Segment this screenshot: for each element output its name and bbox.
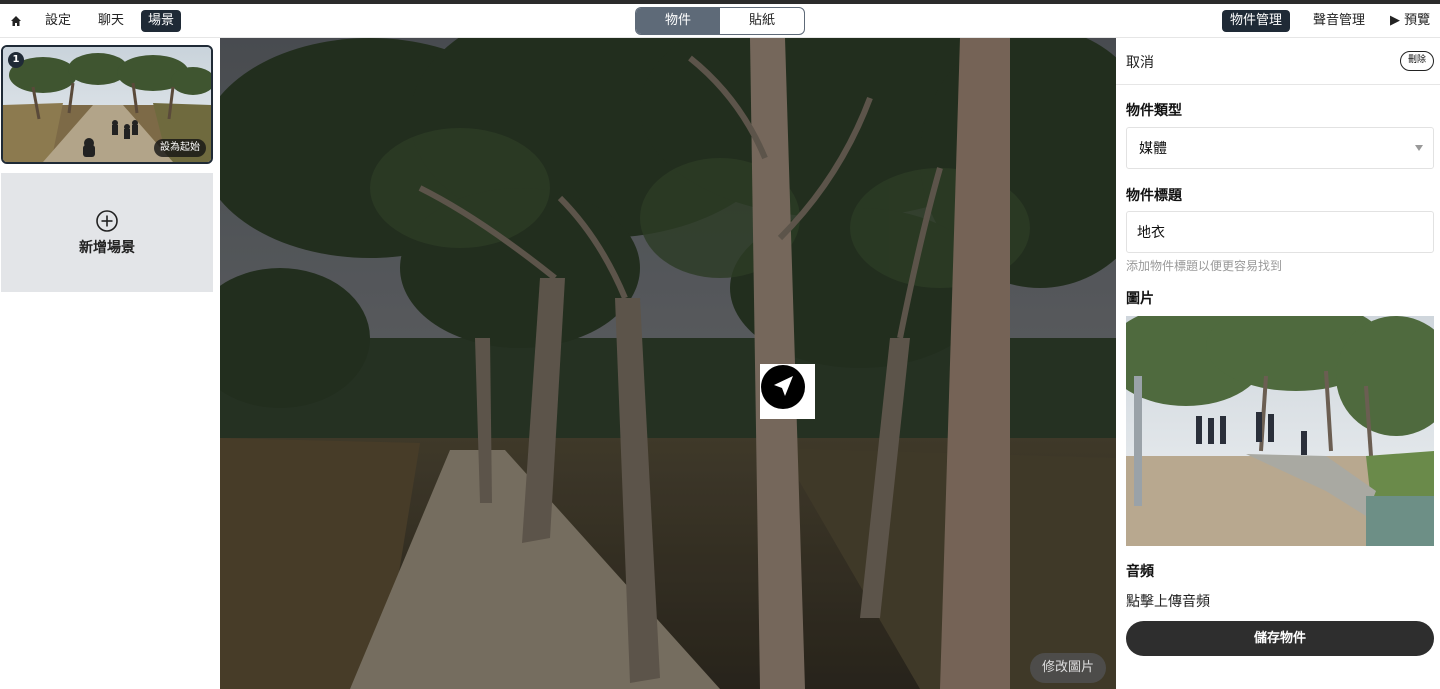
tab-objects[interactable]: 物件 [636,8,720,34]
add-scene-button[interactable]: 新增場景 [1,173,213,292]
tab-stickers[interactable]: 貼紙 [720,8,804,34]
object-type-value: 媒體 [1139,141,1167,157]
object-image [1126,316,1434,546]
home-icon [11,16,21,26]
chevron-down-icon [1415,145,1423,151]
scene-list: 1 設為起始 新增場景 [0,38,220,689]
upload-audio-button[interactable]: 點擊上傳音頻 [1126,591,1210,611]
home-button[interactable] [8,10,24,32]
audio-label: 音頻 [1126,564,1154,580]
object-type-select[interactable]: 媒體 [1126,127,1434,169]
object-type-label: 物件類型 [1126,103,1182,119]
edit-image-button[interactable]: 修改圖片 [1029,653,1106,683]
plus-circle-icon [96,209,118,232]
scene-thumbnail[interactable]: 1 設為起始 [1,45,213,164]
set-as-start-button[interactable]: 設為起始 [154,139,206,157]
add-scene-label: 新增場景 [79,239,135,256]
nav-chat[interactable]: 聊天 [91,10,131,32]
nav-scenes[interactable]: 場景 [141,10,182,32]
object-title-label: 物件標題 [1126,188,1182,204]
nav-preview[interactable]: ▶ 預覽 [1382,10,1438,32]
object-editor: 取消 刪除 物件類型 媒體 物件標題 地衣 添加物件標題以便更容易找到 圖片 音… [1116,38,1440,689]
panorama-viewer[interactable]: 修改圖片 [220,38,1116,689]
object-title-input[interactable]: 地衣 [1126,211,1434,253]
delete-button[interactable]: 刪除 [1399,51,1434,71]
cancel-button[interactable]: 取消 [1126,52,1154,72]
save-object-button[interactable]: 儲存物件 [1126,621,1434,656]
object-image-preview[interactable] [1126,316,1434,546]
nav-sound-management[interactable]: 聲音管理 [1305,10,1373,32]
object-title-hint: 添加物件標題以便更容易找到 [1126,259,1283,273]
nav-object-management[interactable]: 物件管理 [1222,10,1291,32]
image-label: 圖片 [1126,291,1154,307]
editor-header: 取消 刪除 [1116,38,1440,85]
top-bar: 設定 聊天 場景 物件 貼紙 物件管理 聲音管理 ▶ 預覽 [0,0,1440,38]
scene-index-badge: 1 [8,52,24,68]
object-sticker-toggle: 物件 貼紙 [635,7,805,35]
panorama-image [220,38,1116,689]
navigation-hotspot[interactable] [760,364,815,419]
navigation-arrow-icon [761,365,805,409]
nav-settings[interactable]: 設定 [38,10,78,32]
